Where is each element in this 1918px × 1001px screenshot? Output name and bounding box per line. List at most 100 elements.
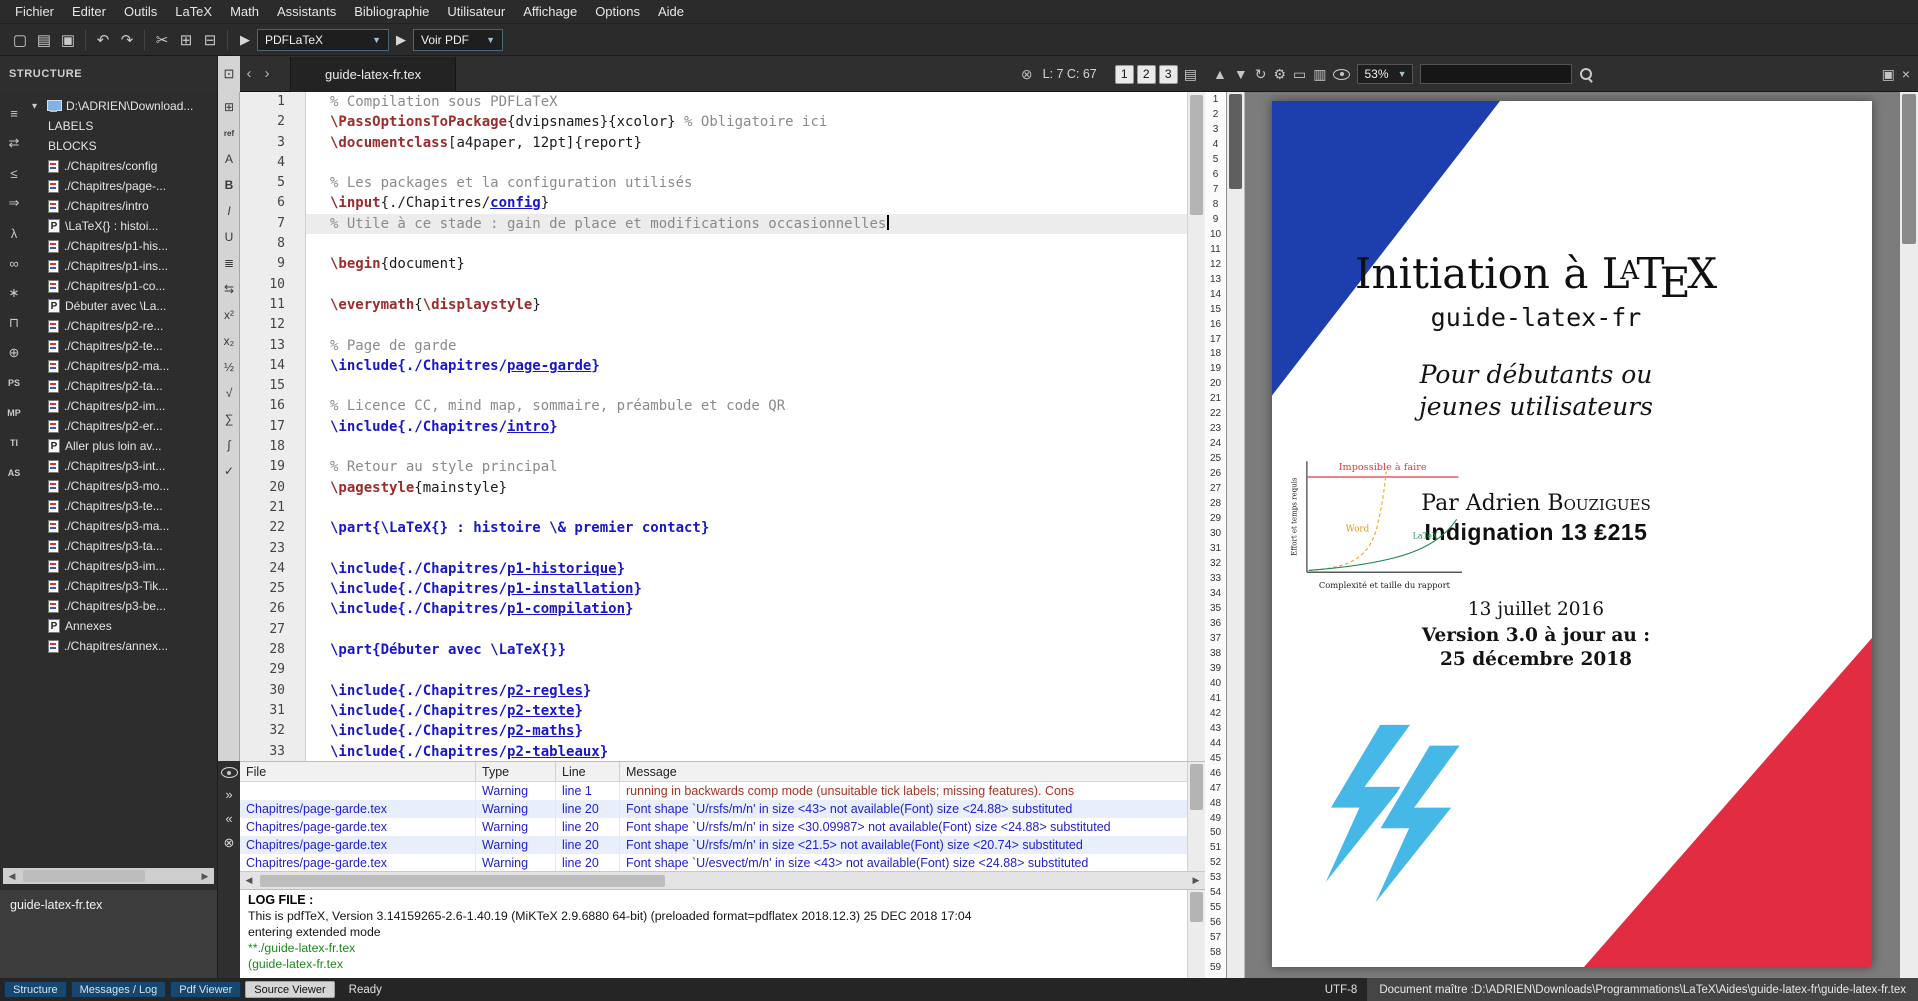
pdf-page-number[interactable]: 27	[1205, 481, 1226, 496]
zoom-select[interactable]: 53% ▼	[1357, 64, 1413, 84]
structure-item[interactable]: PAller plus loin av...	[28, 436, 215, 456]
messages-column-header[interactable]: Line	[556, 762, 620, 781]
pdf-pages-scrollbar[interactable]	[1227, 92, 1245, 978]
lines-icon[interactable]: ≣	[218, 250, 240, 276]
pdf-page-number[interactable]: 34	[1205, 586, 1226, 601]
code-line[interactable]: 13% Page de garde	[240, 336, 1187, 356]
menu-latex[interactable]: LaTeX	[166, 0, 221, 24]
line-number[interactable]: 21	[240, 498, 306, 518]
sum-icon[interactable]: ∑	[218, 406, 240, 432]
misc-symbols-icon[interactable]: ∞	[0, 248, 28, 278]
line-number[interactable]: 17	[240, 417, 306, 437]
bookmark-1-button[interactable]: 1	[1115, 65, 1134, 84]
order-symbols-icon[interactable]: ≤	[0, 158, 28, 188]
scrollbar-thumb[interactable]	[1902, 94, 1916, 244]
message-row[interactable]: Chapitres/page-garde.texWarningline 20Fo…	[240, 836, 1205, 854]
line-number[interactable]: 18	[240, 437, 306, 457]
code-line[interactable]: 29	[240, 660, 1187, 680]
arrows-icon[interactable]: ⇆	[218, 276, 240, 302]
statusbar-source-viewer-button[interactable]: Source Viewer	[245, 981, 334, 998]
font-icon[interactable]: A	[218, 146, 240, 172]
line-number[interactable]: 2	[240, 112, 306, 132]
scrollbar-thumb[interactable]	[1229, 94, 1242, 189]
run-compile-icon[interactable]: ▶	[240, 32, 250, 48]
pdf-page-number[interactable]: 3	[1205, 122, 1226, 137]
structure-item[interactable]: ./Chapitres/p3-mo...	[28, 476, 215, 496]
menu-bibliographie[interactable]: Bibliographie	[345, 0, 438, 24]
pdf-page-number[interactable]: 14	[1205, 287, 1226, 302]
menu-outils[interactable]: Outils	[115, 0, 166, 24]
follow-cursor-eye-icon[interactable]	[221, 767, 238, 778]
line-number[interactable]: 33	[240, 742, 306, 762]
menu-fichier[interactable]: Fichier	[6, 0, 63, 24]
pdf-page-number[interactable]: 54	[1205, 885, 1226, 900]
code-line[interactable]: 4	[240, 153, 1187, 173]
structure-item[interactable]: ./Chapitres/p3-im...	[28, 556, 215, 576]
code-line[interactable]: 22\part{\LaTeX{} : histoire \& premier c…	[240, 518, 1187, 538]
code-line[interactable]: 24\include{./Chapitres/p1-historique}	[240, 559, 1187, 579]
messages-horizontal-scrollbar[interactable]: ◀ ▶	[240, 871, 1205, 889]
code-line[interactable]: 18	[240, 437, 1187, 457]
tabular-icon[interactable]: ⊞	[218, 94, 240, 120]
line-number[interactable]: 6	[240, 193, 306, 213]
pdf-page-number[interactable]: 5	[1205, 152, 1226, 167]
structure-item[interactable]: PDébuter avec \La...	[28, 296, 215, 316]
scroll-right-icon[interactable]: ▶	[1187, 872, 1205, 890]
code-line[interactable]: 21	[240, 498, 1187, 518]
superscript-icon[interactable]: x²	[218, 302, 240, 328]
menu-aide[interactable]: Aide	[649, 0, 693, 24]
code-line[interactable]: 31\include{./Chapitres/p2-texte}	[240, 701, 1187, 721]
structure-item[interactable]: ./Chapitres/p2-ta...	[28, 376, 215, 396]
structure-item[interactable]: ./Chapitres/p2-er...	[28, 416, 215, 436]
code-line[interactable]: 5% Les packages et la configuration util…	[240, 173, 1187, 193]
line-number[interactable]: 15	[240, 376, 306, 396]
scrollbar-thumb[interactable]	[260, 875, 665, 887]
structure-item[interactable]: ./Chapitres/p2-te...	[28, 336, 215, 356]
detach-pdf-icon[interactable]: ▣	[1882, 66, 1895, 83]
line-number[interactable]: 16	[240, 396, 306, 416]
next-page-icon[interactable]: ▼	[1234, 66, 1248, 82]
most-used-icon[interactable]: ∗	[0, 278, 28, 308]
compile-format-select[interactable]: PDFLaTeX ▼	[257, 29, 389, 51]
sqrt-icon[interactable]: √	[218, 380, 240, 406]
rotate-icon[interactable]: ↻	[1255, 66, 1267, 83]
line-number[interactable]: 27	[240, 620, 306, 640]
code-line[interactable]: 7% Utile à ce stade : gain de place et m…	[240, 214, 1187, 234]
messages-vertical-scrollbar[interactable]	[1187, 762, 1205, 871]
code-line[interactable]: 2\PassOptionsToPackage{dvipsnames}{xcolo…	[240, 112, 1187, 132]
line-number[interactable]: 10	[240, 275, 306, 295]
pdf-page-number[interactable]: 48	[1205, 796, 1226, 811]
copy-icon[interactable]: ⊞	[174, 28, 198, 52]
structure-item[interactable]: ▾D:\ADRIEN\Download...	[28, 96, 215, 116]
new-file-icon[interactable]: ▢	[8, 28, 32, 52]
line-number[interactable]: 19	[240, 457, 306, 477]
stop-process-icon[interactable]: ⊗	[224, 835, 235, 851]
messages-column-header[interactable]: Type	[476, 762, 556, 781]
line-number[interactable]: 1	[240, 92, 306, 112]
structure-item[interactable]: ./Chapitres/p2-re...	[28, 316, 215, 336]
line-number[interactable]: 22	[240, 518, 306, 538]
code-line[interactable]: 28\part{Débuter avec \LaTeX{}}	[240, 640, 1187, 660]
scroll-right-icon[interactable]: ▶	[196, 867, 214, 885]
message-row[interactable]: Chapitres/page-garde.texWarningline 20Fo…	[240, 818, 1205, 836]
pstricks-icon[interactable]: PS	[0, 368, 28, 398]
save-icon[interactable]: ▣	[56, 28, 80, 52]
code-line[interactable]: 19% Retour au style principal	[240, 457, 1187, 477]
tikz-icon[interactable]: TI	[0, 428, 28, 458]
close-document-icon[interactable]: ⊗	[1021, 66, 1033, 83]
list-icon[interactable]: ▤	[1184, 66, 1197, 83]
code-area[interactable]: 1% Compilation sous PDFLaTeX2\PassOption…	[240, 92, 1187, 761]
structure-item[interactable]: ./Chapitres/p3-ma...	[28, 516, 215, 536]
next-message-icon[interactable]: »	[225, 787, 232, 802]
structure-item[interactable]: ./Chapitres/p3-Tik...	[28, 576, 215, 596]
statusbar-messages-log-button[interactable]: Messages / Log	[71, 981, 167, 998]
pdf-vertical-scrollbar[interactable]	[1900, 92, 1918, 978]
next-document-icon[interactable]: ›	[258, 56, 276, 92]
metapost-icon[interactable]: MP	[0, 398, 28, 428]
line-number[interactable]: 14	[240, 356, 306, 376]
message-row[interactable]: Chapitres/page-garde.texWarningline 20Fo…	[240, 800, 1205, 818]
arrow-symbols-icon[interactable]: ⇒	[0, 188, 28, 218]
pdf-page-number[interactable]: 10	[1205, 227, 1226, 242]
line-number[interactable]: 11	[240, 295, 306, 315]
structure-horizontal-scrollbar[interactable]: ◀ ▶	[3, 868, 214, 884]
